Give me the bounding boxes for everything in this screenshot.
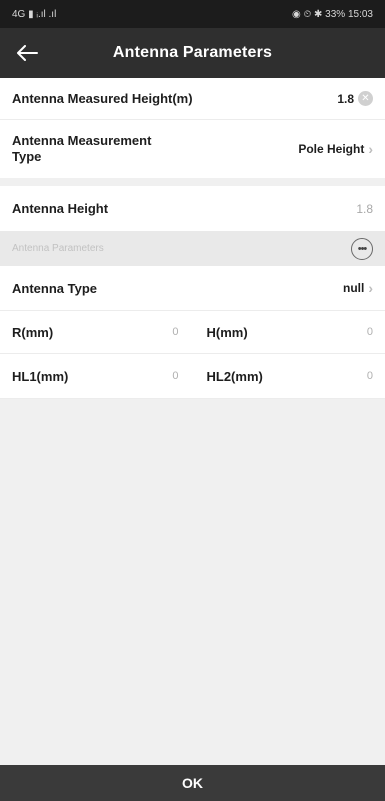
- clear-icon[interactable]: ✕: [358, 91, 373, 106]
- hl1-label: HL1(mm): [12, 368, 69, 384]
- row-antenna-height: Antenna Height 1.8: [0, 186, 385, 231]
- back-button[interactable]: [12, 40, 42, 66]
- measurement-type-value: Pole Height: [298, 142, 365, 156]
- antenna-height-value: 1.8: [356, 201, 373, 216]
- r-value: 0: [172, 326, 179, 338]
- h-field[interactable]: H(mm) 0: [193, 325, 374, 340]
- ok-button[interactable]: OK: [0, 765, 385, 801]
- network-signal-icon: 4G ▮ ᵢ.ıl .ıl: [12, 8, 57, 20]
- status-left: 4G ▮ ᵢ.ıl .ıl: [12, 9, 56, 20]
- measured-height-label: Antenna Measured Height(m): [12, 91, 193, 106]
- arrow-left-icon: [17, 45, 38, 61]
- section-label: Antenna Parameters: [12, 243, 104, 254]
- row-antenna-type[interactable]: Antenna Type null ›: [0, 266, 385, 311]
- row-measurement-type[interactable]: Antenna Measurement Type Pole Height ›: [0, 120, 385, 178]
- measurement-type-select[interactable]: Pole Height ›: [298, 141, 373, 157]
- row-r-h: R(mm) 0 H(mm) 0: [0, 311, 385, 354]
- hl2-field[interactable]: HL2(mm) 0: [193, 369, 374, 384]
- hl2-label: HL2(mm): [206, 368, 263, 384]
- antenna-type-select[interactable]: null ›: [343, 280, 373, 296]
- antenna-height-label: Antenna Height: [12, 201, 109, 216]
- antenna-type-value: null: [343, 281, 365, 295]
- app-header: Antenna Parameters: [0, 28, 385, 78]
- row-hl1-hl2: HL1(mm) 0 HL2(mm) 0: [0, 354, 385, 399]
- r-field[interactable]: R(mm) 0: [12, 325, 193, 340]
- more-options-icon[interactable]: •••: [351, 237, 373, 260]
- hl1-value: 0: [172, 370, 179, 382]
- h-label: H(mm): [206, 324, 248, 340]
- status-bar: 4G ▮ ᵢ.ıl .ıl ◉ ⏲ ✱ 33% 15:03: [0, 0, 385, 28]
- status-indicators: ◉ ⏲ ✱ 33% 15:03: [291, 8, 373, 20]
- chevron-right-icon: ›: [368, 141, 373, 157]
- page-title: Antenna Parameters: [112, 44, 273, 61]
- antenna-type-label: Antenna Type: [12, 280, 97, 296]
- hl1-field[interactable]: HL1(mm) 0: [12, 369, 193, 384]
- r-label: R(mm): [12, 324, 54, 340]
- row-measured-height[interactable]: Antenna Measured Height(m) 1.8 ✕: [0, 78, 385, 120]
- chevron-right-icon: ›: [368, 280, 373, 296]
- measured-height-field[interactable]: 1.8 ✕: [337, 91, 373, 106]
- measurement-type-label: Antenna Measurement Type: [12, 133, 152, 164]
- hl2-value: 0: [366, 370, 373, 382]
- section-header: Antenna Parameters •••: [0, 231, 385, 266]
- status-right: ◉ ⏲ ✱ 33% 15:03: [292, 9, 373, 20]
- measured-height-value: 1.8: [337, 91, 354, 106]
- h-value: 0: [366, 326, 373, 338]
